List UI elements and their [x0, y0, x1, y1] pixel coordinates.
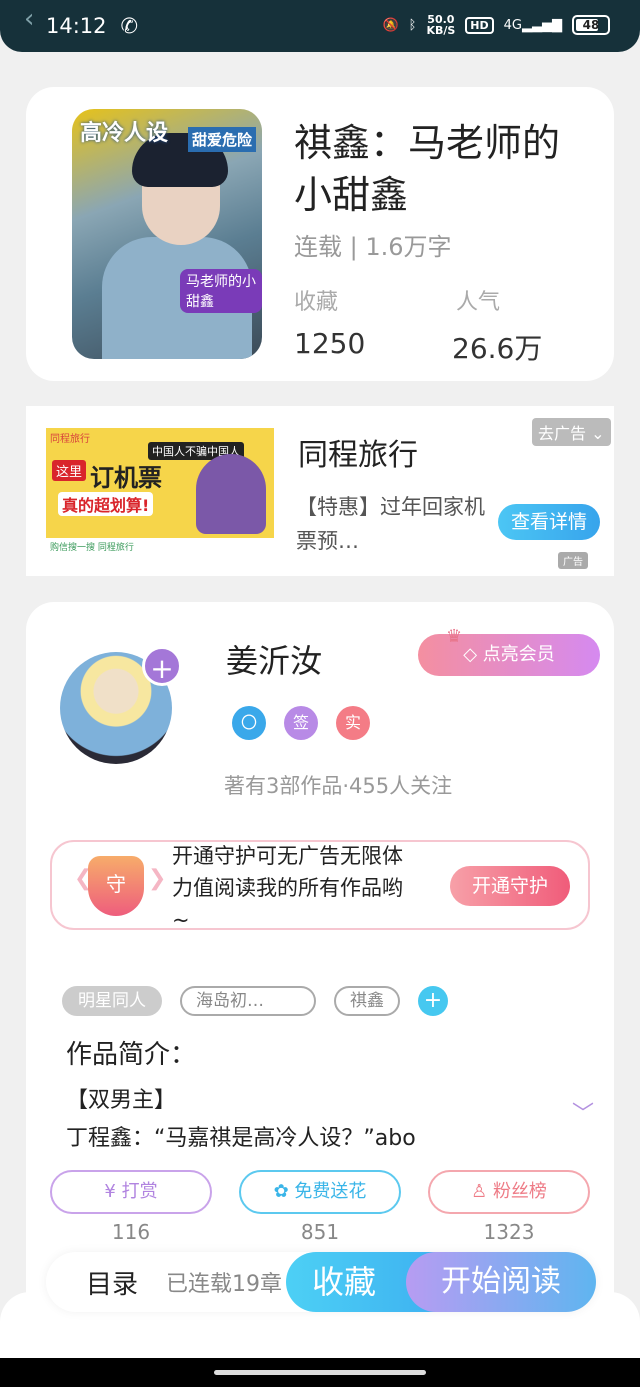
intro-text: 【双男主】 丁程鑫：“马嘉祺是高冷人设？”abo	[66, 1088, 416, 1151]
book-card: 高冷人设 甜爱危险 马老师的小甜鑫 祺鑫：马老师的小甜鑫 连载 | 1.6万字 …	[26, 87, 614, 381]
chevron-down-icon[interactable]: ﹀	[572, 1096, 594, 1128]
status-bar: ‹ 14:12 ✆ 🔕 ᛒ 50.0 KB/S HD 4G▂▃▅▇ 48	[0, 0, 640, 52]
status-time: 14:12	[46, 14, 107, 38]
book-meta: 连载 | 1.6万字	[294, 233, 452, 261]
collect-count: 1250	[294, 327, 366, 360]
ad-description: 【特惠】过年回家机票预…	[296, 495, 485, 553]
sign-badge-icon[interactable]: 签	[284, 706, 318, 740]
book-cover[interactable]: 高冷人设 甜爱危险 马老师的小甜鑫	[72, 109, 262, 359]
signal-icon: 4G▂▃▅▇	[503, 17, 562, 33]
tag-item[interactable]: 海岛初…	[180, 986, 316, 1016]
popularity-count: 26.6万	[452, 332, 543, 365]
tag-item[interactable]: 祺鑫	[334, 986, 400, 1016]
bottom-action-bar: 目录 已连载19章 收藏 开始阅读	[46, 1252, 596, 1312]
verified-badge-icon[interactable]: 实	[336, 706, 370, 740]
net-speed: 50.0 KB/S	[426, 13, 456, 37]
wechat-icon: ✆	[120, 14, 139, 38]
add-tag-icon[interactable]: +	[418, 986, 448, 1016]
tip-button[interactable]: ¥ 打赏	[50, 1170, 212, 1214]
diamond-icon: ◇	[463, 644, 483, 665]
author-name: 姜沂汝	[226, 642, 323, 680]
mute-icon: 🔕	[382, 17, 399, 33]
back-icon[interactable]: ‹	[24, 4, 34, 34]
book-title: 祺鑫：马老师的小甜鑫	[294, 121, 561, 217]
battery-icon: 48	[572, 15, 610, 35]
crown-icon: ♛	[446, 626, 463, 647]
vip-button[interactable]: ♛ ◇ 点亮会员	[418, 626, 600, 676]
author-stats: 著有3部作品·455人关注	[224, 774, 453, 798]
follow-plus-icon[interactable]: +	[142, 646, 182, 686]
chapter-status: 已连载19章	[166, 1272, 282, 1297]
tag-item[interactable]: 明星同人	[62, 986, 162, 1016]
bluetooth-icon: ᛒ	[408, 17, 417, 33]
ad-title: 同程旅行	[298, 438, 418, 473]
flower-count: 851	[300, 1220, 340, 1244]
hd-icon: HD	[465, 16, 494, 34]
start-reading-button[interactable]: 开始阅读	[406, 1252, 596, 1312]
intro-heading: 作品简介：	[66, 1040, 197, 1070]
ad-image[interactable]: 同程旅行 中国人不骗中国人 这里 订机票 真的超划算! 购信搜一搜 同程旅行	[46, 428, 274, 558]
yen-icon: ¥	[104, 1181, 116, 1202]
tag-list: 明星同人 海岛初… 祺鑫 +	[62, 986, 448, 1016]
flower-icon: ✿	[273, 1181, 289, 1202]
home-indicator[interactable]	[214, 1370, 426, 1375]
tip-count: 116	[111, 1220, 151, 1244]
collect-label: 收藏	[294, 290, 339, 315]
popularity-label: 人气	[456, 290, 501, 315]
view-details-button[interactable]: 查看详情	[498, 504, 600, 540]
guard-banner: ❮ 守 ❯ 开通守护可无广告无限体力值阅读我的所有作品哟~ 开通守护	[50, 840, 590, 932]
fan-count: 1323	[483, 1220, 535, 1244]
phone-badge-icon[interactable]: 〇	[232, 706, 266, 740]
guard-text: 开通守护可无广告无限体力值阅读我的所有作品哟~	[172, 844, 403, 932]
fan-ranking-button[interactable]: ♙ 粉丝榜	[428, 1170, 590, 1214]
open-guard-button[interactable]: 开通守护	[450, 866, 570, 906]
author-card: + 姜沂汝 ♛ ◇ 点亮会员 〇 签 实 著有3部作品·455人关注 ❮ 守 ❯…	[26, 602, 614, 1322]
send-flower-button[interactable]: ✿ 免费送花	[239, 1170, 401, 1214]
ad-banner[interactable]: 同程旅行 中国人不骗中国人 这里 订机票 真的超划算! 购信搜一搜 同程旅行 同…	[26, 406, 614, 576]
person-icon: ♙	[471, 1181, 488, 1202]
shield-icon: 守	[88, 856, 144, 916]
ad-label: 广告	[558, 552, 588, 569]
catalog-button[interactable]: 目录	[86, 1264, 138, 1301]
remove-ad-button[interactable]: 去广告 ⌄	[532, 418, 611, 446]
